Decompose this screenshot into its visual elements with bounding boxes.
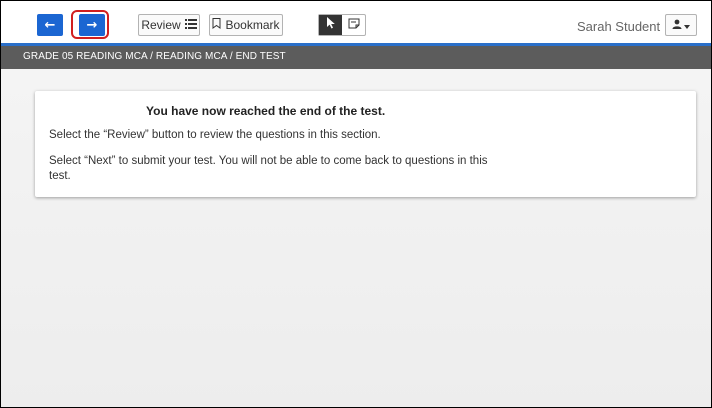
toolbar: ← → Review Bookmark Sarah Student bbox=[1, 1, 711, 43]
review-button[interactable]: Review bbox=[138, 14, 200, 36]
user-icon bbox=[672, 16, 682, 34]
pointer-tool-button[interactable] bbox=[319, 15, 342, 35]
bookmark-label: Bookmark bbox=[225, 18, 280, 32]
message-title: You have now reached the end of the test… bbox=[146, 104, 386, 118]
next-button-highlight bbox=[71, 10, 109, 39]
user-name: Sarah Student bbox=[577, 19, 661, 34]
breadcrumb: GRADE 05 READING MCA / READING MCA / END… bbox=[23, 51, 286, 62]
end-of-test-message: You have now reached the end of the test… bbox=[35, 91, 696, 197]
tool-selector bbox=[318, 14, 366, 36]
pointer-icon bbox=[326, 16, 336, 34]
next-instruction: Select “Next” to submit your test. You w… bbox=[49, 155, 488, 182]
review-instruction: Select the “Review” button to review the… bbox=[49, 129, 381, 141]
test-window: ← → Review Bookmark Sarah Student GRADE … bbox=[0, 0, 712, 408]
review-label: Review bbox=[141, 18, 181, 32]
sticky-note-icon bbox=[348, 16, 360, 34]
chevron-down-icon bbox=[684, 16, 690, 34]
bookmark-button[interactable]: Bookmark bbox=[209, 14, 283, 36]
back-button[interactable]: ← bbox=[37, 14, 63, 36]
sticky-note-tool-button[interactable] bbox=[342, 15, 365, 35]
user-menu-button[interactable] bbox=[665, 14, 697, 36]
list-icon bbox=[184, 18, 197, 32]
bookmark-icon bbox=[212, 18, 221, 32]
arrow-left-icon: ← bbox=[44, 17, 56, 33]
